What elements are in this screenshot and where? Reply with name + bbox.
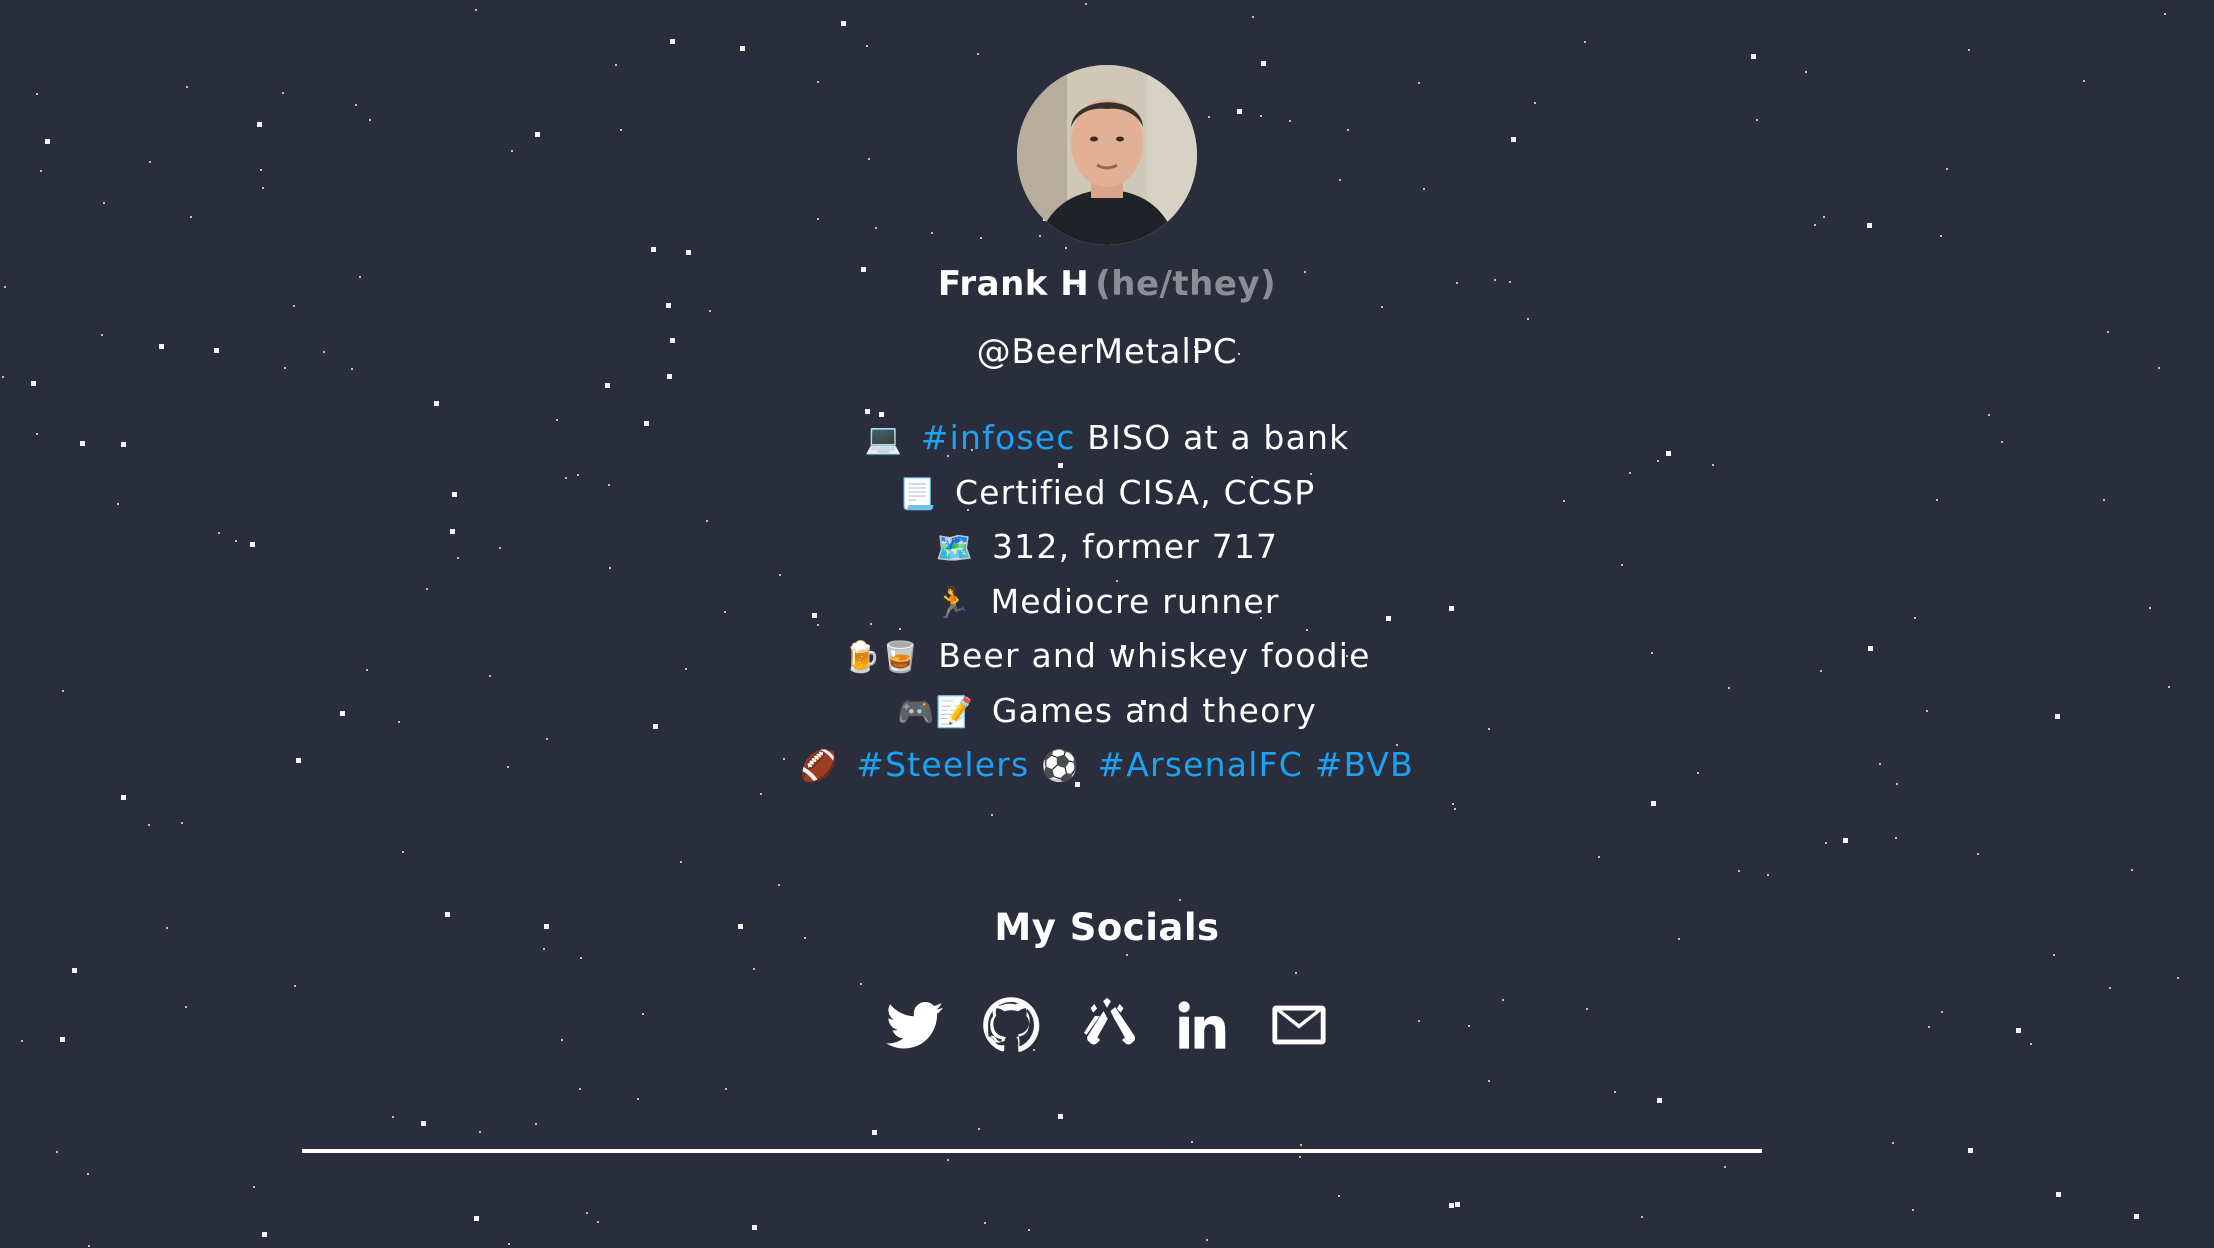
hashtag-arsenalfc-link[interactable]: #ArsenalFC: [1097, 745, 1303, 784]
star: [56, 1151, 58, 1153]
github-link[interactable]: [982, 996, 1040, 1054]
bio-text: Games and theory: [991, 690, 1317, 730]
star: [1912, 1209, 1914, 1211]
hashtag-infosec-link[interactable]: #infosec: [921, 418, 1076, 457]
star: [1968, 1148, 1973, 1153]
untappd-icon: [1084, 997, 1136, 1044]
star: [535, 1123, 537, 1125]
star: [479, 1131, 481, 1133]
star: [1028, 1229, 1030, 1231]
star: [392, 1116, 394, 1118]
star: [725, 1088, 727, 1090]
star: [2056, 1192, 2061, 1197]
star: [1058, 1114, 1063, 1119]
star: [978, 1128, 980, 1130]
bio-line-food: 🍺🥃 Beer and whiskey foodie: [843, 630, 1370, 685]
laptop-emoji: 💻: [864, 422, 904, 457]
map-emoji: 🗺️: [935, 531, 975, 566]
football-emoji: 🏈: [799, 749, 839, 784]
footer-divider: [302, 1149, 1762, 1153]
bio: 💻 #infosec BISO at a bank 📃 Certified CI…: [800, 412, 1414, 794]
profile-pronouns: (he/they): [1095, 264, 1277, 304]
untappd-link[interactable]: [1078, 996, 1136, 1054]
twitter-icon: [886, 1001, 944, 1048]
bio-line-job: 💻 #infosec BISO at a bank: [865, 412, 1350, 467]
email-icon: [1272, 1005, 1326, 1044]
page: Frank H (he/they) @BeerMetalPC 💻 #infosec…: [0, 0, 2214, 1248]
github-icon: [983, 996, 1040, 1052]
bio-line-location: 🗺️ 312, former 717: [936, 521, 1279, 576]
profile-card: Frank H (he/they) @BeerMetalPC 💻 #infosec…: [0, 0, 2214, 1054]
star: [1892, 1142, 1894, 1144]
bio-text: Beer and whiskey foodie: [938, 636, 1371, 675]
star: [752, 1225, 757, 1230]
bio-line-sports: 🏈 #Steelers ⚽ #ArsenalFC #BVB: [800, 739, 1414, 794]
twitter-link[interactable]: [886, 996, 944, 1054]
soccer-ball-emoji: ⚽: [1041, 749, 1080, 784]
gamepad-memo-emoji: 🎮📝: [897, 694, 975, 730]
bio-line-running: 🏃 Mediocre runner: [934, 576, 1279, 631]
star: [579, 1088, 581, 1090]
linkedin-icon: [1178, 1000, 1226, 1049]
star: [1449, 1203, 1454, 1208]
star: [1206, 1239, 1208, 1241]
linkedin-link[interactable]: [1174, 996, 1232, 1054]
profile-name: Frank H: [937, 264, 1090, 304]
bio-text: Mediocre runner: [990, 581, 1280, 621]
hashtag-steelers-link[interactable]: #Steelers: [856, 745, 1029, 784]
socials-heading: My Socials: [994, 905, 1220, 949]
scroll-emoji: 📃: [898, 476, 938, 512]
star: [947, 1159, 949, 1161]
star: [984, 1222, 986, 1224]
profile-name-line: Frank H (he/they): [938, 262, 1276, 306]
star: [262, 1232, 267, 1237]
bio-text: BISO at a bank: [1087, 418, 1350, 457]
star: [597, 1221, 599, 1223]
star: [1488, 1080, 1490, 1082]
star: [253, 1186, 255, 1188]
bio-line-games: 🎮📝 Games and theory: [897, 685, 1317, 740]
star: [1191, 1141, 1193, 1143]
star: [1657, 1098, 1662, 1103]
star: [1641, 1216, 1643, 1218]
star: [586, 1212, 588, 1214]
bio-text: 312, former 717: [991, 527, 1279, 566]
star: [474, 1216, 479, 1221]
star: [87, 1173, 89, 1175]
star: [421, 1121, 426, 1126]
runner-emoji: 🏃: [934, 585, 973, 621]
email-link[interactable]: [1270, 996, 1328, 1054]
bio-line-certs: 📃 Certified CISA, CCSP: [899, 467, 1316, 522]
hashtag-bvb-link[interactable]: #BVB: [1315, 745, 1414, 784]
star: [1614, 1091, 1616, 1093]
star: [1299, 1156, 1301, 1158]
star: [2134, 1214, 2139, 1219]
star: [872, 1130, 877, 1135]
avatar-photo: [1017, 65, 1197, 245]
profile-handle: @BeerMetalPC: [976, 332, 1238, 372]
avatar: [1017, 65, 1197, 245]
star: [1300, 1144, 1302, 1146]
star: [1724, 1166, 1726, 1168]
social-links: [886, 996, 1328, 1054]
star: [1455, 1202, 1460, 1207]
star: [88, 1245, 90, 1247]
beer-whiskey-emoji: 🍺🥃: [843, 640, 921, 675]
star: [637, 1098, 639, 1100]
bio-text: Certified CISA, CCSP: [954, 472, 1316, 512]
star: [1338, 1195, 1340, 1197]
star: [508, 1243, 510, 1245]
